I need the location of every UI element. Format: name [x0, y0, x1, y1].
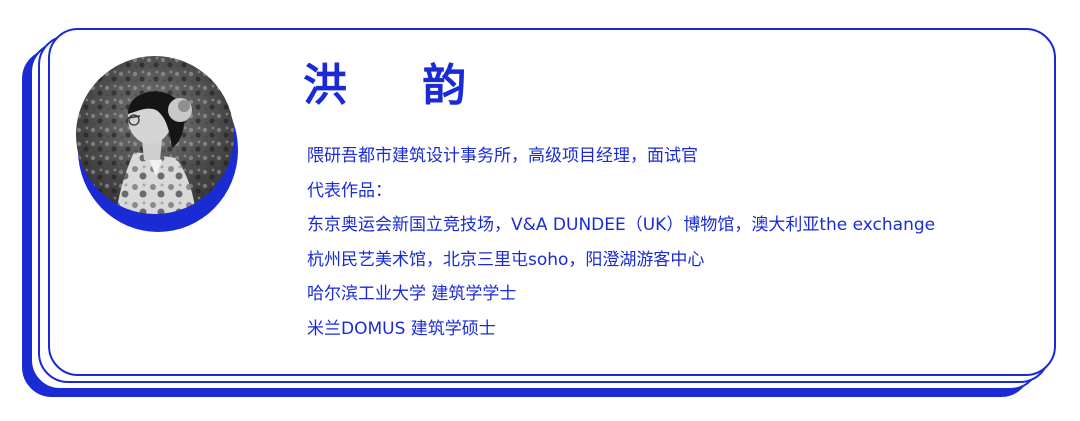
bio-line-master-degree: 米兰DOMUS 建筑学硕士: [307, 318, 496, 339]
avatar: [76, 56, 234, 214]
bio-line-works-heading: 代表作品：: [307, 180, 392, 201]
person-name: 洪 韵: [303, 60, 497, 111]
bio-line-position: 隈研吾都市建筑设计事务所，高级项目经理，面试官: [307, 146, 698, 166]
bio-line-bachelor-degree: 哈尔滨工业大学 建筑学学士: [307, 284, 517, 304]
bio-line-works-2: 杭州民艺美术馆，北京三里屯soho，阳澄湖游客中心: [307, 249, 705, 270]
bio-line-works-1: 东京奥运会新国立竞技场，V&A DUNDEE（UK）博物馆，澳大利亚the ex…: [307, 215, 936, 235]
bio-list: 隈研吾都市建筑设计事务所，高级项目经理，面试官 代表作品： 东京奥运会新国立竞技…: [307, 139, 935, 346]
portrait-photo: [76, 56, 234, 214]
avatar-container: [72, 54, 240, 234]
